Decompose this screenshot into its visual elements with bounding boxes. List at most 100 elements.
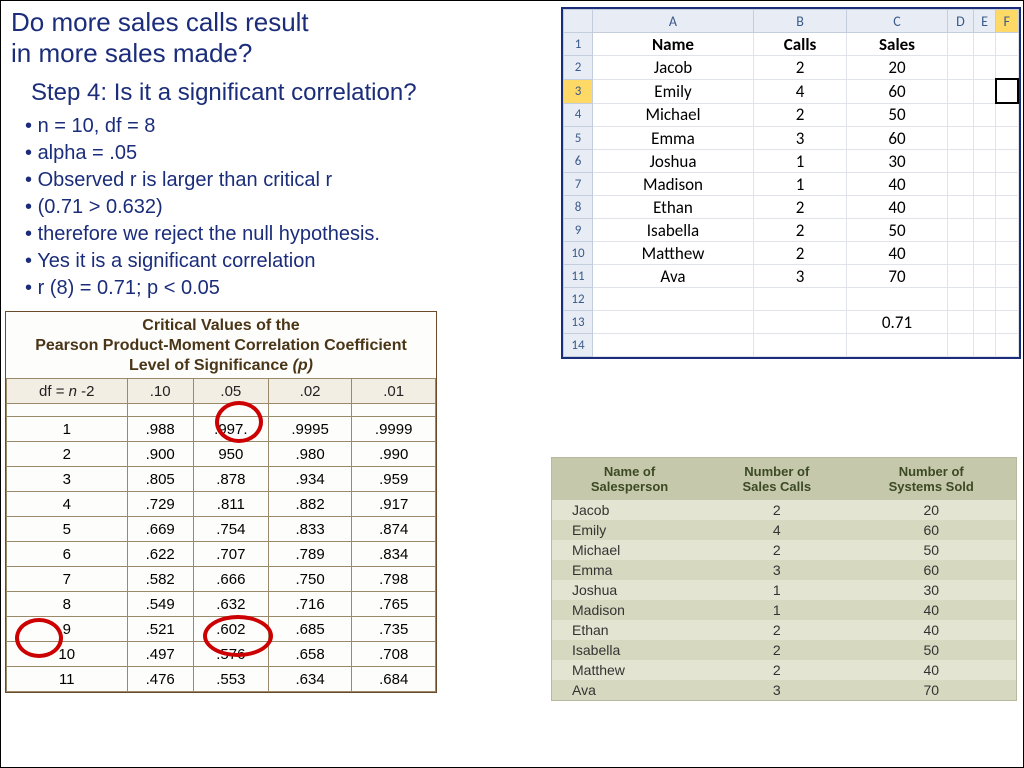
cell-A11[interactable]: Ava (593, 265, 754, 288)
spreadsheet-grid[interactable]: ABCDEF1NameCallsSales2Jacob2203Emily4604… (563, 9, 1019, 357)
cell-C7[interactable]: 40 (847, 173, 948, 196)
row-header-13[interactable]: 13 (564, 311, 593, 334)
row-header-7[interactable]: 7 (564, 173, 593, 196)
cell-B9[interactable]: 2 (753, 219, 846, 242)
row-header-11[interactable]: 11 (564, 265, 593, 288)
cell-C9[interactable]: 50 (847, 219, 948, 242)
cell-B12[interactable] (753, 288, 846, 311)
cell-B6[interactable]: 1 (753, 150, 846, 173)
cell-E4[interactable] (973, 103, 995, 127)
cell-D4[interactable] (947, 103, 973, 127)
cell-A10[interactable]: Matthew (593, 242, 754, 265)
cell-F8[interactable] (996, 196, 1018, 219)
cell-D7[interactable] (947, 173, 973, 196)
row-header-6[interactable]: 6 (564, 150, 593, 173)
cell-E5[interactable] (973, 127, 995, 150)
row-header-3[interactable]: 3 (564, 79, 593, 103)
cell-C8[interactable]: 40 (847, 196, 948, 219)
select-all-corner[interactable] (564, 10, 593, 33)
cell-E6[interactable] (973, 150, 995, 173)
cell-D10[interactable] (947, 242, 973, 265)
cell-F6[interactable] (996, 150, 1018, 173)
cell-F4[interactable] (996, 103, 1018, 127)
cell-C11[interactable]: 70 (847, 265, 948, 288)
cell-F1[interactable] (996, 33, 1018, 56)
cell-B3[interactable]: 4 (753, 79, 846, 103)
col-header-B[interactable]: B (753, 10, 846, 33)
cell-B11[interactable]: 3 (753, 265, 846, 288)
cell-F2[interactable] (996, 56, 1018, 80)
cell-C10[interactable]: 40 (847, 242, 948, 265)
cell-B4[interactable]: 2 (753, 103, 846, 127)
cell-C5[interactable]: 60 (847, 127, 948, 150)
cell-E10[interactable] (973, 242, 995, 265)
cell-F7[interactable] (996, 173, 1018, 196)
col-header-E[interactable]: E (973, 10, 995, 33)
cell-D9[interactable] (947, 219, 973, 242)
cell-C13[interactable]: 0.71 (847, 311, 948, 334)
cell-F5[interactable] (996, 127, 1018, 150)
cell-A1[interactable]: Name (593, 33, 754, 56)
cell-D2[interactable] (947, 56, 973, 80)
cell-C12[interactable] (847, 288, 948, 311)
row-header-2[interactable]: 2 (564, 56, 593, 80)
cell-E1[interactable] (973, 33, 995, 56)
col-header-C[interactable]: C (847, 10, 948, 33)
cell-A7[interactable]: Madison (593, 173, 754, 196)
cell-A9[interactable]: Isabella (593, 219, 754, 242)
row-header-14[interactable]: 14 (564, 334, 593, 357)
cell-B5[interactable]: 3 (753, 127, 846, 150)
cell-B10[interactable]: 2 (753, 242, 846, 265)
cell-D11[interactable] (947, 265, 973, 288)
cell-D5[interactable] (947, 127, 973, 150)
cell-C4[interactable]: 50 (847, 103, 948, 127)
cell-B13[interactable] (753, 311, 846, 334)
cell-A2[interactable]: Jacob (593, 56, 754, 80)
cell-D3[interactable] (947, 79, 973, 103)
cell-D14[interactable] (947, 334, 973, 357)
cell-C6[interactable]: 30 (847, 150, 948, 173)
cell-F12[interactable] (996, 288, 1018, 311)
cell-B14[interactable] (753, 334, 846, 357)
cell-F14[interactable] (996, 334, 1018, 357)
cell-E8[interactable] (973, 196, 995, 219)
cell-E2[interactable] (973, 56, 995, 80)
row-header-10[interactable]: 10 (564, 242, 593, 265)
col-header-D[interactable]: D (947, 10, 973, 33)
col-header-A[interactable]: A (593, 10, 754, 33)
cell-A4[interactable]: Michael (593, 103, 754, 127)
cell-B1[interactable]: Calls (753, 33, 846, 56)
cell-F9[interactable] (996, 219, 1018, 242)
cell-F10[interactable] (996, 242, 1018, 265)
cell-A14[interactable] (593, 334, 754, 357)
cell-D13[interactable] (947, 311, 973, 334)
cell-E14[interactable] (973, 334, 995, 357)
cell-A12[interactable] (593, 288, 754, 311)
cell-A3[interactable]: Emily (593, 79, 754, 103)
col-header-F[interactable]: F (996, 10, 1018, 33)
row-header-5[interactable]: 5 (564, 127, 593, 150)
cell-F3[interactable] (996, 79, 1018, 103)
cell-B2[interactable]: 2 (753, 56, 846, 80)
cell-E9[interactable] (973, 219, 995, 242)
cell-C14[interactable] (847, 334, 948, 357)
cell-B7[interactable]: 1 (753, 173, 846, 196)
cell-D12[interactable] (947, 288, 973, 311)
row-header-4[interactable]: 4 (564, 103, 593, 127)
cell-E7[interactable] (973, 173, 995, 196)
cell-A8[interactable]: Ethan (593, 196, 754, 219)
cell-A5[interactable]: Emma (593, 127, 754, 150)
cell-C1[interactable]: Sales (847, 33, 948, 56)
row-header-1[interactable]: 1 (564, 33, 593, 56)
cell-D6[interactable] (947, 150, 973, 173)
cell-E11[interactable] (973, 265, 995, 288)
row-header-12[interactable]: 12 (564, 288, 593, 311)
row-header-9[interactable]: 9 (564, 219, 593, 242)
cell-F13[interactable] (996, 311, 1018, 334)
row-header-8[interactable]: 8 (564, 196, 593, 219)
cell-E12[interactable] (973, 288, 995, 311)
cell-C3[interactable]: 60 (847, 79, 948, 103)
cell-D1[interactable] (947, 33, 973, 56)
cell-A13[interactable] (593, 311, 754, 334)
cell-D8[interactable] (947, 196, 973, 219)
